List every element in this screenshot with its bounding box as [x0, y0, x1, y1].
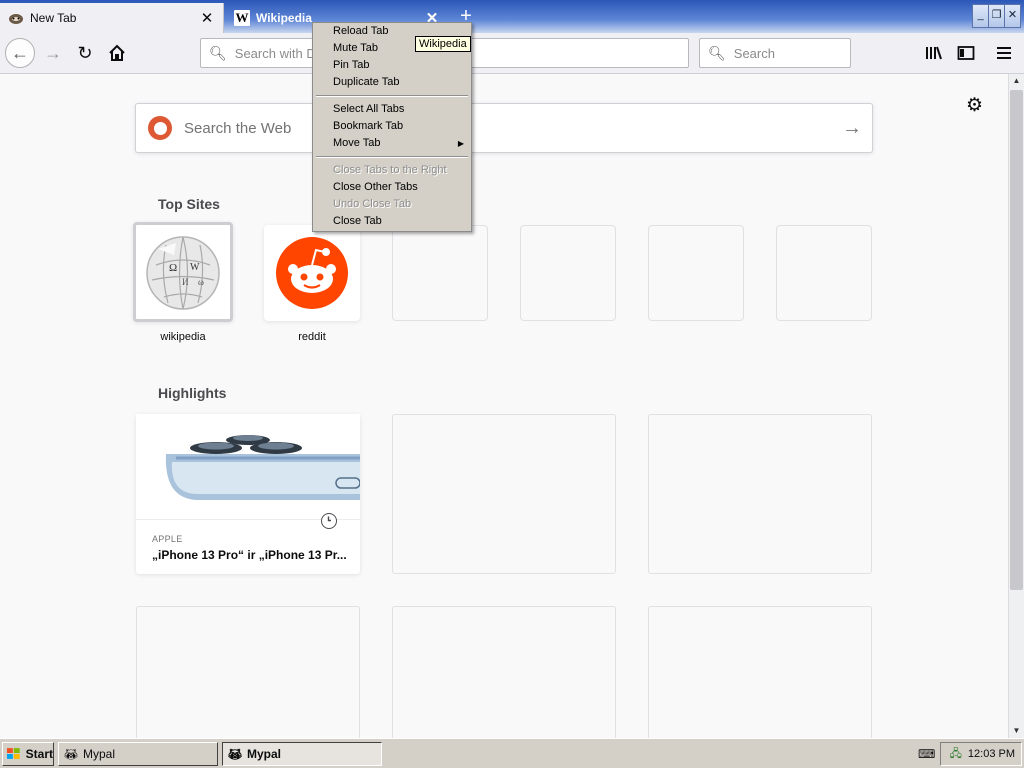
arrow-right-icon: →	[44, 42, 62, 63]
top-site-label: wikipedia	[160, 331, 206, 343]
mypal-raccoon-icon: 🦝︎	[228, 748, 242, 761]
svg-text:ω: ω	[198, 277, 204, 287]
menu-item-select-all-tabs[interactable]: Select All Tabs	[314, 101, 470, 118]
tab-new-tab[interactable]: New Tab ✕	[0, 3, 224, 33]
keyboard-icon[interactable]: ⌨	[918, 747, 935, 761]
highlight-placeholder	[648, 606, 872, 738]
top-site-reddit[interactable]	[264, 225, 360, 321]
highlight-placeholder	[136, 606, 360, 738]
wikipedia-w-icon: W	[234, 10, 250, 26]
top-sites-heading: Top Sites	[158, 196, 220, 212]
svg-text:Ω: Ω	[169, 262, 177, 274]
menu-separator	[316, 95, 468, 97]
top-site-placeholder	[648, 225, 744, 321]
highlight-placeholder	[392, 414, 616, 574]
highlight-card[interactable]: APPLE „iPhone 13 Pro“ ir „iPhone 13 Pr..…	[136, 414, 360, 574]
start-label: Start	[25, 747, 53, 761]
top-site-wikipedia[interactable]: Ω W И ω	[133, 222, 233, 322]
top-site-placeholder	[392, 225, 488, 321]
top-site-placeholder	[776, 225, 872, 321]
scrollbar-thumb[interactable]	[1010, 90, 1023, 590]
iphone-image	[136, 414, 360, 520]
menu-item-move-tab[interactable]: Move Tab ▶	[314, 135, 470, 152]
highlight-placeholder	[392, 606, 616, 738]
svg-text:И: И	[182, 277, 189, 287]
reddit-alien-icon	[276, 237, 348, 309]
top-site-label: reddit	[298, 331, 326, 343]
close-icon[interactable]: ✕	[199, 9, 215, 27]
settings-gear-icon[interactable]: ⚙	[966, 94, 983, 117]
system-tray: 🖧︎ 12:03 PM	[940, 742, 1022, 766]
menu-item-close-other-tabs[interactable]: Close Other Tabs	[314, 179, 470, 196]
library-button[interactable]	[922, 41, 946, 65]
library-icon	[926, 46, 942, 60]
menu-item-undo-close-tab: Undo Close Tab	[333, 198, 412, 210]
submenu-arrow-icon: ▶	[457, 139, 464, 148]
minimize-button[interactable]: _	[972, 4, 989, 28]
new-tab-page: ⚙ Search the Web → Top Sites Ω W И ω wik…	[0, 74, 1008, 738]
menu-separator	[316, 156, 468, 158]
forward-button[interactable]: →	[38, 38, 68, 68]
arrow-left-icon: ←	[11, 42, 29, 63]
reload-icon: ↻	[77, 42, 93, 63]
window-close-button[interactable]: ✕	[1004, 4, 1021, 28]
tab-title: New Tab	[30, 11, 77, 25]
vertical-scrollbar[interactable]: ▲ ▼	[1008, 74, 1024, 738]
home-button[interactable]	[102, 38, 132, 68]
search-bar-placeholder: Search	[733, 45, 775, 61]
restore-button[interactable]: ❐	[988, 4, 1005, 28]
mypal-raccoon-icon	[8, 10, 24, 26]
clock-icon	[321, 513, 337, 529]
taskbar-item-label: Mypal	[82, 747, 115, 761]
taskbar-item-mypal[interactable]: 🦝︎ Mypal	[58, 742, 218, 766]
menu-item-duplicate-tab[interactable]: Duplicate Tab	[314, 74, 470, 91]
menu-item-close-tab[interactable]: Close Tab	[314, 213, 470, 230]
search-icon: 🔍︎	[209, 44, 227, 61]
duckduckgo-icon	[148, 116, 172, 140]
highlights-heading: Highlights	[158, 385, 227, 401]
search-bar[interactable]: 🔍︎ Search	[699, 38, 851, 68]
tab-context-menu: Reload Tab Mute Tab Pin Tab Duplicate Ta…	[312, 22, 472, 232]
clock[interactable]: 12:03 PM	[968, 748, 1015, 760]
taskbar-item-label: Mypal	[246, 747, 281, 761]
reload-button[interactable]: ↻	[70, 38, 100, 68]
wikipedia-globe-icon: Ω W И ω	[146, 236, 220, 310]
taskbar-item-mypal-active[interactable]: 🦝︎ Mypal	[222, 742, 382, 766]
start-button[interactable]: Start	[2, 742, 54, 766]
home-icon	[109, 44, 125, 61]
scroll-down-icon[interactable]: ▼	[1009, 724, 1024, 738]
menu-button[interactable]	[992, 41, 1016, 65]
tab-strip: New Tab ✕ W Wikipedia ✕ + _ ❐ ✕	[0, 0, 1024, 33]
web-search-placeholder: Search the Web	[184, 119, 292, 137]
card-headline: „iPhone 13 Pro“ ir „iPhone 13 Pr...	[152, 548, 347, 562]
menu-item-pin-tab[interactable]: Pin Tab	[314, 57, 470, 74]
highlight-placeholder	[648, 414, 872, 574]
web-search-box[interactable]: Search the Web →	[135, 103, 873, 153]
sidebar-button[interactable]	[954, 41, 978, 65]
menu-item-bookmark-tab[interactable]: Bookmark Tab	[314, 118, 470, 135]
sidebar-icon	[957, 46, 975, 60]
back-button[interactable]: ←	[5, 38, 35, 68]
top-site-placeholder	[520, 225, 616, 321]
arrow-right-icon[interactable]: →	[832, 117, 872, 140]
navigation-toolbar: ← → ↻ 🔍︎ Search with D 🔍︎ Search	[0, 33, 1024, 74]
card-source: APPLE	[152, 534, 183, 544]
mypal-raccoon-icon: 🦝︎	[64, 748, 78, 761]
menu-item-label: Move Tab	[333, 137, 381, 149]
scroll-up-icon[interactable]: ▲	[1009, 74, 1024, 88]
search-icon: 🔍︎	[708, 44, 726, 61]
tab-tooltip: Wikipedia	[415, 36, 471, 52]
windows-flag-icon	[6, 748, 20, 759]
url-bar-placeholder: Search with D	[234, 45, 316, 61]
svg-text:W: W	[190, 262, 200, 273]
taskbar: Start 🦝︎ Mypal 🦝︎ Mypal ⌨ 🖧︎ 12:03 PM	[0, 738, 1024, 768]
hamburger-icon	[997, 47, 1011, 59]
network-icon[interactable]: 🖧︎	[950, 745, 962, 764]
menu-item-close-tabs-right: Close Tabs to the Right	[333, 164, 447, 176]
